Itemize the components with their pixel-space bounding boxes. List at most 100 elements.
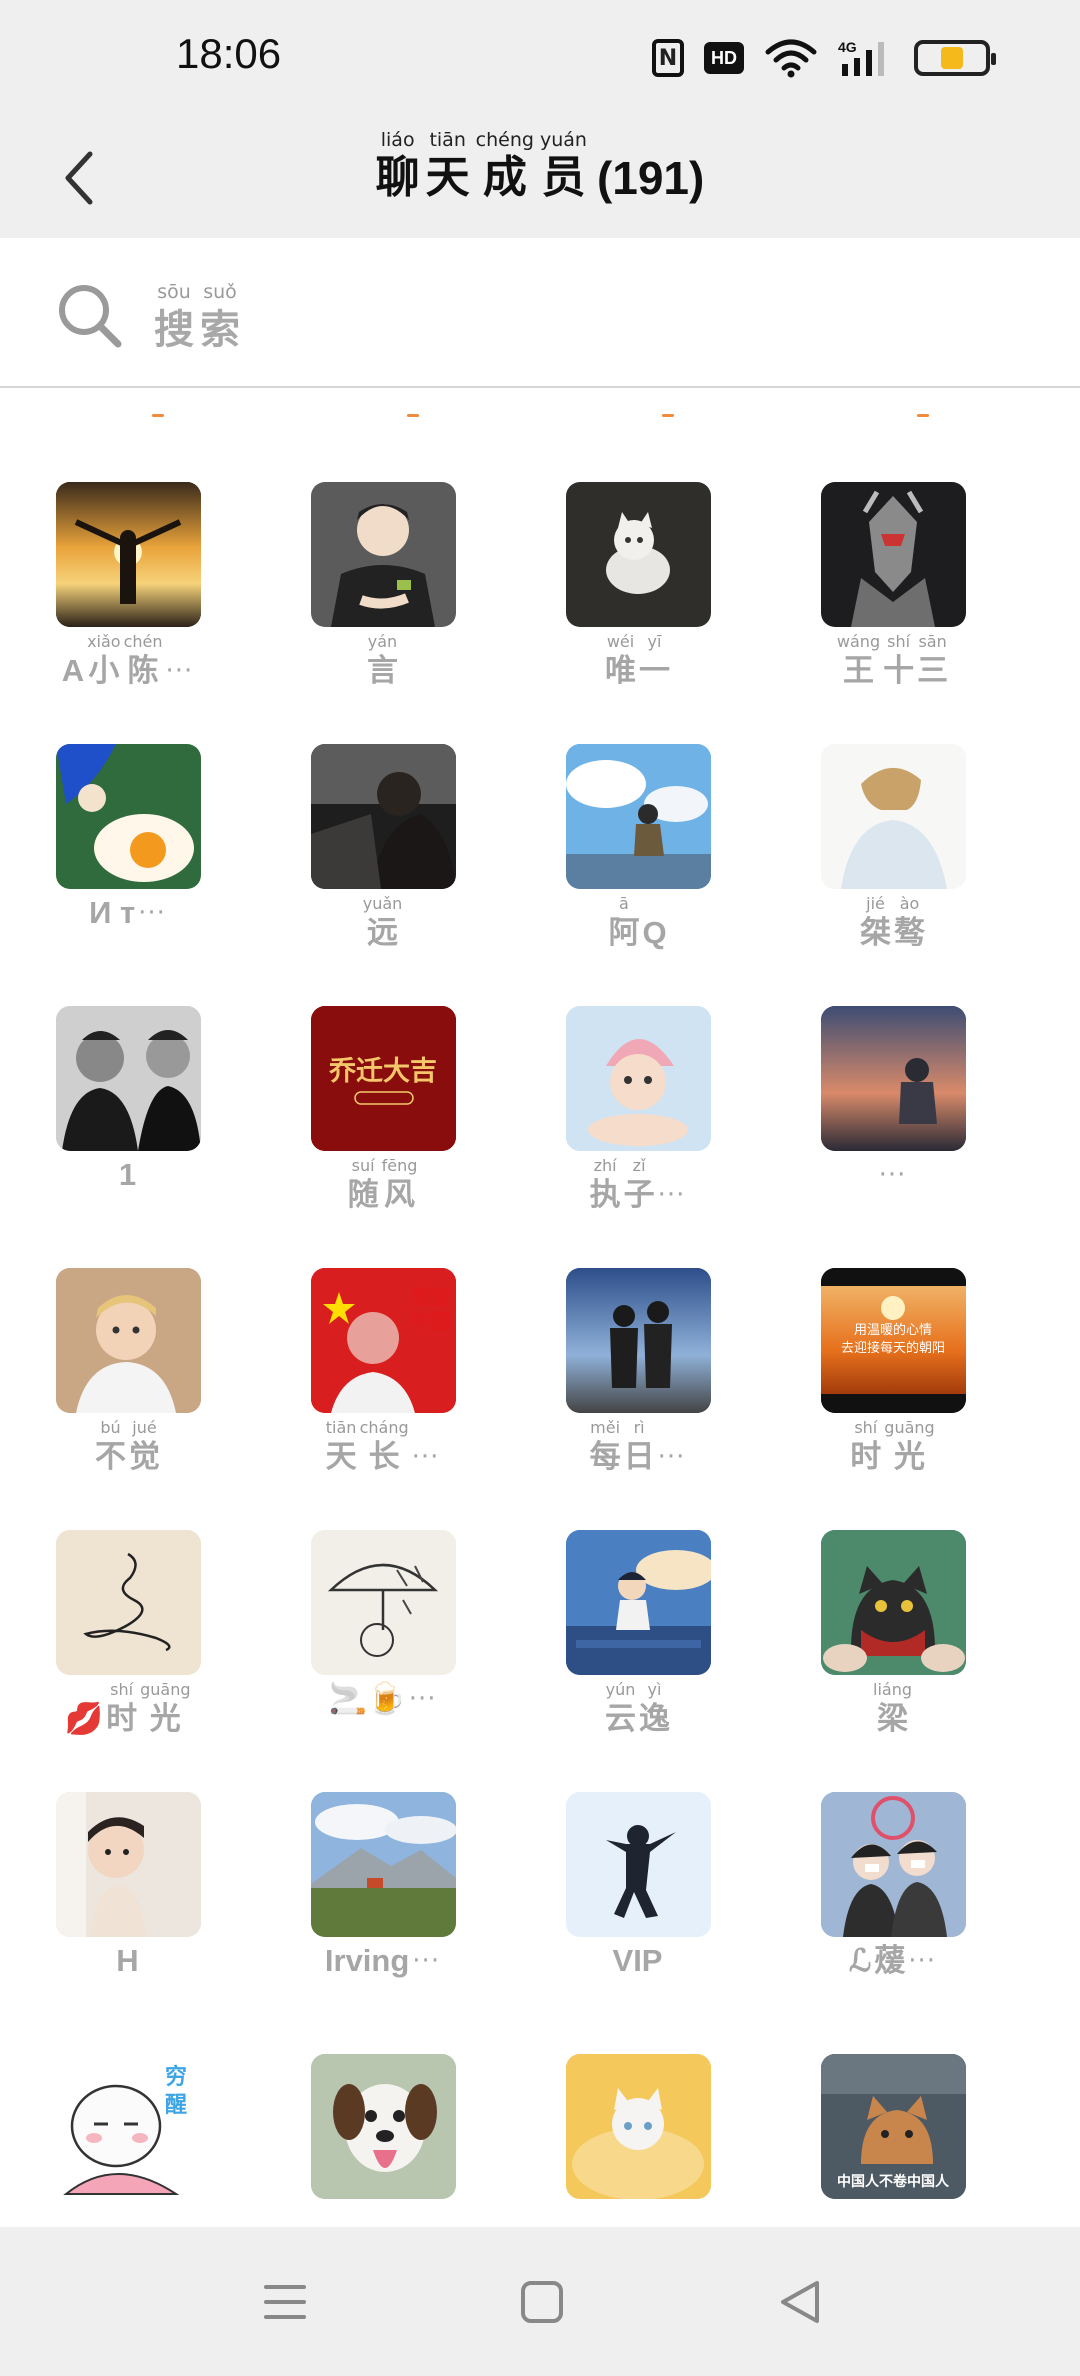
member-avatar[interactable]	[566, 1006, 711, 1151]
member-avatar[interactable]	[821, 1006, 966, 1151]
member-item[interactable]: měi 每 rì 日 ···	[510, 1268, 765, 1530]
title-char: chéng 成	[476, 128, 534, 204]
search-icon	[56, 282, 126, 352]
hanzi: 风	[384, 1177, 415, 1213]
member-avatar[interactable]: 乔迁大吉	[311, 1006, 456, 1151]
member-item[interactable]: liáng 梁	[765, 1530, 1020, 1792]
pinyin: yán	[367, 632, 398, 651]
hanzi: 时	[106, 1701, 138, 1737]
member-avatar[interactable]	[56, 482, 201, 627]
system-nav-bar	[0, 2227, 1080, 2376]
member-item[interactable]: 乔迁大吉 suí 随 fēng 风	[255, 1006, 510, 1268]
member-avatar[interactable]	[566, 482, 711, 627]
back-triangle-icon	[781, 2281, 819, 2323]
truncation-ellipsis: ···	[657, 1180, 686, 1210]
svg-text:乔迁大吉: 乔迁大吉	[328, 1056, 437, 1087]
member-avatar[interactable]	[311, 744, 456, 889]
member-name-char: tiān 天	[326, 1418, 357, 1476]
home-button[interactable]	[507, 2267, 577, 2337]
member-item[interactable]: ā阿Q	[510, 744, 765, 1006]
pinyin: shí	[110, 1680, 134, 1699]
hd-icon: HD	[704, 42, 744, 74]
member-avatar[interactable]	[56, 744, 201, 889]
index-indicators	[0, 414, 1080, 424]
member-item[interactable]: yán 言	[255, 482, 510, 744]
member-name-text: 💋	[64, 1701, 104, 1736]
member-name-char: zhí 执	[590, 1156, 621, 1214]
member-avatar[interactable]	[566, 744, 711, 889]
member-item[interactable]: yuǎn 远	[255, 744, 510, 1006]
member-name: И т ···	[0, 894, 255, 932]
member-avatar[interactable]	[821, 482, 966, 627]
hanzi: 搜	[154, 307, 194, 353]
member-name: wáng 王 shí 十 sān 三	[765, 632, 1020, 690]
member-item[interactable]: 用温暖的心情 去迎接每天的朝阳 shí 时 guāng 光	[765, 1268, 1020, 1530]
hanzi: 阿	[608, 915, 640, 951]
member-avatar[interactable]	[311, 1530, 456, 1675]
search-input[interactable]: sōu 搜 suǒ 索	[154, 280, 240, 356]
menu-button[interactable]	[250, 2267, 320, 2337]
member-item[interactable]: 🚬🍺 ···	[255, 1530, 510, 1792]
member-avatar[interactable]	[311, 482, 456, 627]
member-name-text: ℒ	[848, 1943, 872, 1978]
status-time: 18:06	[176, 30, 282, 77]
member-avatar[interactable]	[566, 1530, 711, 1675]
search-bar[interactable]: sōu 搜 suǒ 索	[0, 238, 1080, 388]
member-avatar[interactable]	[821, 744, 966, 889]
pinyin: fēng	[381, 1156, 418, 1175]
member-avatar[interactable]	[56, 1268, 201, 1413]
member-name-char: ā阿	[608, 894, 639, 952]
member-item[interactable]: zhí 执 zǐ 子 ···	[510, 1006, 765, 1268]
member-avatar[interactable]	[821, 1792, 966, 1937]
member-count: (191)	[596, 152, 705, 204]
member-avatar[interactable]	[56, 1006, 201, 1151]
member-item[interactable]: bú 不 jué 觉	[0, 1268, 255, 1530]
member-item[interactable]: jié 桀 ào 骜	[765, 744, 1020, 1006]
member-item[interactable]: И т ···	[0, 744, 255, 1006]
member-avatar[interactable]	[566, 1268, 711, 1413]
member-name: yuǎn 远	[255, 894, 510, 952]
member-avatar[interactable]	[821, 1530, 966, 1675]
svg-text:中国: 中国	[411, 1309, 451, 1333]
member-name-text: A	[61, 653, 85, 688]
member-avatar[interactable]: 我爱 中国	[311, 1268, 456, 1413]
hanzi: 三	[917, 653, 949, 689]
svg-text:用温暖的心情: 用温暖的心情	[854, 1322, 932, 1338]
pinyin: ào	[899, 894, 920, 913]
member-avatar[interactable]: 穷醒	[56, 2054, 201, 2199]
member-item[interactable]: wáng 王 shí 十 sān 三	[765, 482, 1020, 744]
nav-back-button[interactable]	[765, 2267, 835, 2337]
member-item[interactable]: wéi 唯 yī 一	[510, 482, 765, 744]
member-avatar[interactable]	[56, 1792, 201, 1937]
member-avatar[interactable]: 中国人不卷中国人	[821, 2054, 966, 2199]
member-avatar[interactable]	[566, 1792, 711, 1937]
member-name-char: yì 逸	[639, 1680, 670, 1738]
member-item[interactable]: VIP	[510, 1792, 765, 2054]
member-item[interactable]: ℒ 蕿 ···	[765, 1792, 1020, 2054]
member-avatar[interactable]	[56, 1530, 201, 1675]
member-avatar[interactable]	[311, 2054, 456, 2199]
member-name: 1	[0, 1156, 255, 1194]
member-item[interactable]: Axiǎo 小 chén 陈 ···	[0, 482, 255, 744]
member-item[interactable]: Irving ···	[255, 1792, 510, 2054]
member-item[interactable]: ···	[765, 1006, 1020, 1268]
member-avatar[interactable]	[566, 2054, 711, 2199]
pinyin: jué	[132, 1418, 157, 1437]
wifi-icon	[764, 38, 818, 78]
member-item[interactable]	[510, 2054, 765, 2227]
hanzi: 不	[95, 1439, 126, 1475]
member-item[interactable]: yún 云 yì 逸	[510, 1530, 765, 1792]
member-name-char: fēng 风	[382, 1156, 418, 1214]
hanzi: 员	[541, 152, 586, 203]
member-item[interactable]: 1	[0, 1006, 255, 1268]
index-dash	[917, 414, 929, 417]
member-avatar[interactable]: 用温暖的心情 去迎接每天的朝阳	[821, 1268, 966, 1413]
member-item[interactable]: 我爱 中国 tiān 天 cháng 长 ···	[255, 1268, 510, 1530]
member-item[interactable]	[255, 2054, 510, 2227]
member-item[interactable]: 💋 shí 时 guāng 光	[0, 1530, 255, 1792]
member-item[interactable]: 中国人不卷中国人	[765, 2054, 1020, 2227]
member-item[interactable]: H	[0, 1792, 255, 2054]
member-item[interactable]: 穷醒	[0, 2054, 255, 2227]
pinyin: wéi	[606, 632, 635, 651]
member-avatar[interactable]	[311, 1792, 456, 1937]
